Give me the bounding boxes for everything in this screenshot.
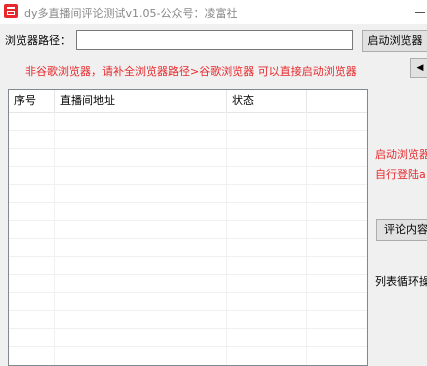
- column-header-index[interactable]: 序号: [9, 90, 55, 112]
- browser-path-label: 浏览器路径：: [5, 34, 71, 47]
- grid-line: [9, 256, 367, 257]
- column-header-status[interactable]: 状态: [227, 90, 307, 112]
- grid-line: [9, 328, 367, 329]
- grid-line: [9, 220, 367, 221]
- grid-line: [9, 202, 367, 203]
- window-title: dy多直播间评论测试v1.05-公众号：凌富社: [24, 7, 238, 20]
- grid-line: [9, 238, 367, 239]
- list-header: 序号 直播间地址 状态: [9, 90, 367, 113]
- launch-browser-hint: 启动浏览器: [375, 148, 427, 161]
- grid-line: [9, 292, 367, 293]
- browser-path-input[interactable]: [76, 30, 353, 50]
- grid-line: [9, 274, 367, 275]
- grid-line: [9, 346, 367, 347]
- app-icon: [4, 4, 18, 18]
- list-loop-label: 列表循环操: [375, 275, 427, 288]
- title-bar: dy多直播间评论测试v1.05-公众号：凌富社: [0, 0, 427, 24]
- grid-line: [9, 166, 367, 167]
- list-body[interactable]: [9, 112, 367, 365]
- grid-line: [9, 130, 367, 131]
- grid-line: [54, 112, 55, 365]
- grid-line: [306, 112, 307, 365]
- live-room-list[interactable]: 序号 直播间地址 状态: [8, 89, 368, 366]
- login-hint: 自行登陆a: [375, 168, 426, 181]
- column-header-room-url[interactable]: 直播间地址: [55, 90, 227, 112]
- browser-warning-text: 非谷歌浏览器，请补全浏览器路径>谷歌浏览器 可以直接启动浏览器: [25, 65, 357, 78]
- launch-browser-button[interactable]: 启动浏览器: [362, 30, 427, 52]
- grid-line: [226, 112, 227, 365]
- minimize-button[interactable]: [410, 2, 427, 22]
- comment-content-button[interactable]: 评论内容: [376, 219, 427, 241]
- grid-line: [9, 148, 367, 149]
- arrow-left-button[interactable]: ◀: [410, 58, 427, 78]
- grid-line: [9, 184, 367, 185]
- grid-line: [9, 310, 367, 311]
- column-header-blank[interactable]: [307, 90, 367, 112]
